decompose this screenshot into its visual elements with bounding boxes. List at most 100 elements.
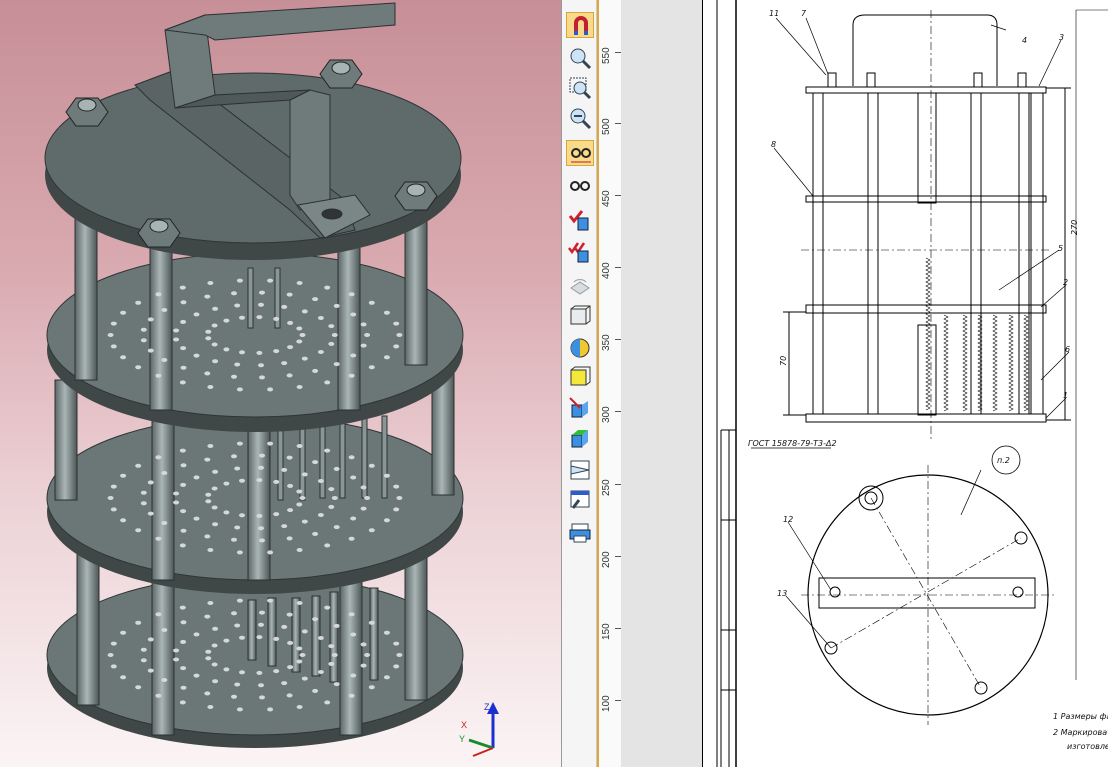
3d-viewport[interactable]: Z X Y	[0, 0, 561, 767]
toolbar-button-magnet[interactable]	[566, 12, 594, 38]
plate-hole	[299, 333, 306, 337]
plate-hole	[135, 365, 142, 370]
plate-hole	[173, 491, 180, 496]
callout-4: 4	[1022, 36, 1027, 45]
plate-hole	[383, 630, 390, 635]
toolbar-button-zoom-out[interactable]	[566, 104, 594, 130]
plate-hole	[236, 387, 243, 392]
plate-hole	[135, 685, 142, 690]
plate-hole	[312, 688, 319, 693]
toolbar-button-rotate-plane[interactable]	[566, 270, 594, 296]
plate-hole	[273, 669, 280, 674]
plate-hole	[239, 670, 245, 675]
note-2: 2 Маркировать	[1053, 728, 1108, 737]
plate-hole	[140, 327, 147, 332]
plate-hole	[301, 309, 308, 314]
plate-hole	[173, 337, 180, 342]
plate-hole	[147, 317, 154, 322]
plate-hole	[350, 475, 357, 480]
toolbar-button-zoom-window[interactable]	[566, 74, 594, 100]
plate-hole	[360, 343, 367, 348]
green-face-cube-icon	[571, 430, 588, 448]
coil-spring	[1008, 314, 1014, 412]
plate-hole	[296, 646, 303, 651]
double-check-cube-icon	[568, 242, 589, 263]
plate-hole	[236, 550, 243, 555]
plate-hole	[193, 632, 200, 637]
coil-spring	[992, 314, 998, 412]
zoom-window-icon	[569, 77, 592, 100]
toolbar-button-sphere-shade[interactable]	[566, 334, 594, 360]
toolbar-button-wireframe-cube[interactable]	[566, 302, 594, 328]
plate-hole	[267, 707, 274, 712]
drawing-sheet[interactable]: 11 7 4 3 8 5 2 6 1 12 13 п.2 ГОСТ 15878-…	[621, 0, 1108, 767]
plate-hole	[286, 612, 293, 617]
glasses-select-icon	[571, 148, 591, 163]
plate-hole	[360, 506, 367, 511]
toolbar-button-glasses[interactable]	[566, 172, 594, 198]
plate-hole	[317, 636, 324, 640]
plate-hole	[236, 598, 243, 603]
plate-hole	[317, 350, 324, 354]
axis-x-label: X	[461, 720, 467, 730]
callout-3: 3	[1059, 33, 1064, 42]
plate-hole	[107, 653, 114, 657]
note-1: 1 Размеры фа	[1053, 712, 1108, 721]
plate-hole	[155, 693, 162, 698]
plate-hole	[180, 300, 187, 305]
check-cube-icon	[568, 210, 589, 231]
toolbar-button-green-face-cube[interactable]	[566, 424, 594, 450]
plate-hole	[223, 638, 230, 643]
plate-hole	[173, 500, 180, 505]
plate-hole	[256, 350, 263, 355]
plate-hole	[328, 644, 335, 649]
plate-hole	[324, 605, 331, 610]
plate-hole	[110, 641, 117, 646]
plate-hole	[348, 455, 355, 460]
plate-hole	[296, 548, 303, 552]
plate-hole	[161, 628, 168, 632]
plate-hole	[256, 478, 263, 483]
plate-hole	[364, 333, 371, 337]
plate-hole	[301, 676, 308, 681]
toolbar-button-yellow-face[interactable]	[566, 364, 594, 390]
plate-hole	[267, 598, 274, 603]
plate-hole	[296, 326, 303, 331]
plate-hole	[287, 320, 294, 325]
projection-icon	[570, 460, 590, 480]
callout-12: 12	[783, 515, 793, 524]
toolbar-button-check-cube[interactable]	[566, 206, 594, 232]
plate-hole	[110, 664, 117, 669]
plate-hole	[312, 617, 319, 622]
plate-hole	[239, 635, 245, 640]
toolbar-button-tool-window[interactable]	[566, 486, 594, 512]
plate-hole	[348, 536, 355, 541]
plate-hole	[147, 511, 154, 516]
toolbar-button-glasses-select[interactable]	[566, 140, 594, 166]
toolbar-button-print-dialog[interactable]	[566, 518, 594, 544]
toolbar-button-zoom-in[interactable]	[566, 44, 594, 70]
plate-hole	[259, 453, 265, 458]
plate-hole	[267, 278, 274, 283]
plate-hole	[205, 499, 212, 504]
rotate-plane-icon	[570, 279, 590, 295]
plate-hole	[231, 537, 237, 542]
plate-hole	[267, 387, 274, 392]
plate-hole	[281, 624, 288, 629]
plate-hole	[312, 297, 319, 302]
toolbar-button-projection[interactable]	[566, 456, 594, 482]
callout-11: 11	[769, 9, 779, 18]
plate-hole	[348, 373, 355, 378]
plate-hole	[180, 319, 187, 324]
toolbar-button-double-check-cube[interactable]	[566, 238, 594, 264]
plate-hole	[296, 281, 303, 285]
plate-hole	[281, 467, 288, 472]
plate-hole	[193, 353, 200, 358]
plate-hole	[258, 683, 264, 688]
toolbar-button-section-cube[interactable]	[566, 394, 594, 420]
plate-hole	[180, 528, 187, 533]
plate-hole	[258, 302, 264, 307]
plate-hole	[211, 486, 218, 491]
plate-hole	[301, 356, 308, 361]
plate-hole	[331, 653, 338, 657]
